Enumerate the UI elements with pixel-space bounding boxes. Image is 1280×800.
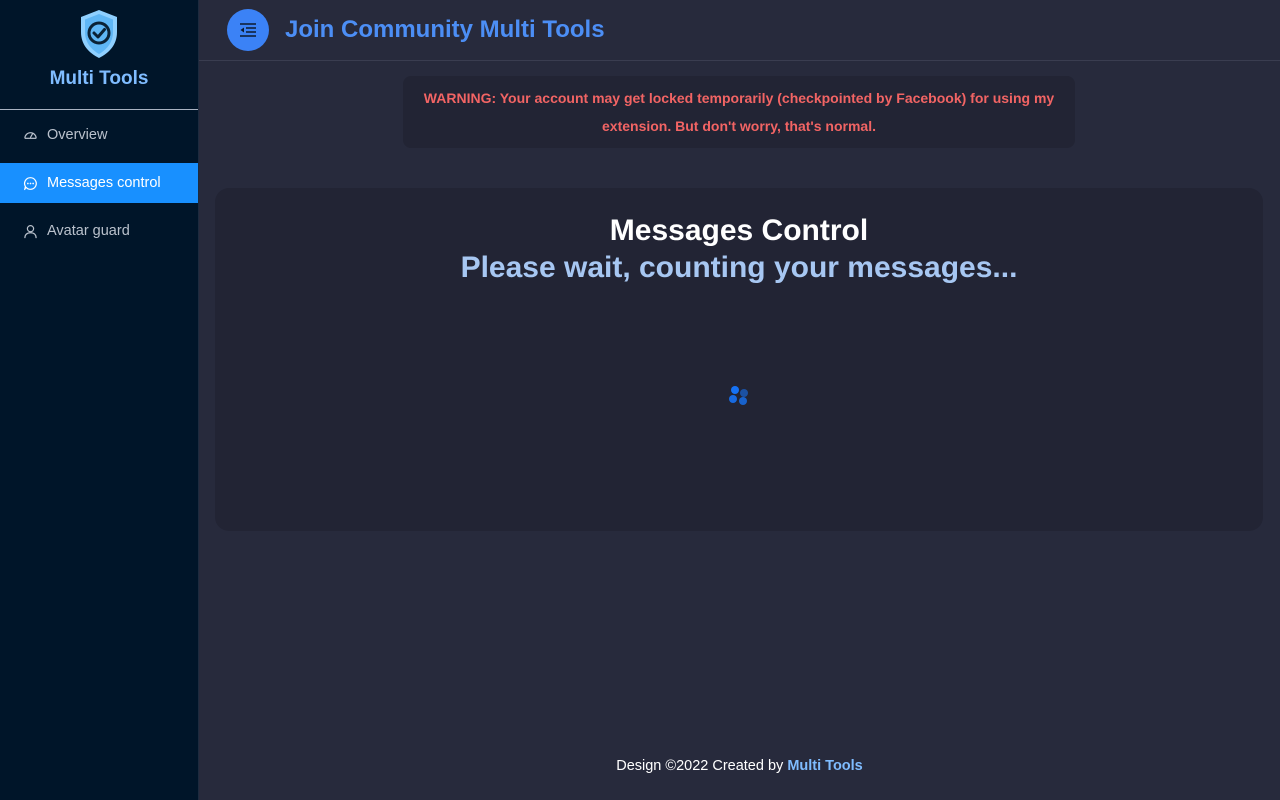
menu-fold-icon <box>240 23 256 37</box>
loading-spinner-icon <box>729 385 751 407</box>
message-icon <box>22 175 38 191</box>
sidebar-menu: Overview Messages control Avatar guard <box>0 115 198 251</box>
sidebar-item-label: Messages control <box>47 175 161 191</box>
warning-banner: WARNING: Your account may get locked tem… <box>403 76 1075 148</box>
brand-title: Multi Tools <box>49 68 149 89</box>
footer-text: Design ©2022 Created by <box>616 758 788 774</box>
loading-status-text: Please wait, counting your messages... <box>460 251 1018 284</box>
shield-check-icon <box>81 10 117 58</box>
messages-control-card: Messages Control Please wait, counting y… <box>215 188 1263 531</box>
sidebar-brand[interactable]: Multi Tools <box>0 0 198 110</box>
community-link[interactable]: Join Community Multi Tools <box>285 16 605 44</box>
sidebar-item-overview[interactable]: Overview <box>0 115 198 155</box>
user-icon <box>22 223 38 239</box>
top-header: Join Community Multi Tools <box>199 0 1280 61</box>
warning-text: WARNING: Your account may get locked tem… <box>423 90 1055 134</box>
page-title: Messages Control <box>609 214 869 247</box>
footer: Design ©2022 Created by Multi Tools <box>199 758 1280 774</box>
sidebar-item-avatar-guard[interactable]: Avatar guard <box>0 211 198 251</box>
footer-brand-link[interactable]: Multi Tools <box>787 758 862 774</box>
sidebar: Multi Tools Overview Messages control Av… <box>0 0 199 800</box>
sidebar-item-messages-control[interactable]: Messages control <box>0 163 198 203</box>
sidebar-item-label: Avatar guard <box>47 223 130 239</box>
menu-toggle-button[interactable] <box>227 9 269 51</box>
sidebar-item-label: Overview <box>47 127 108 143</box>
dashboard-icon <box>22 127 38 143</box>
